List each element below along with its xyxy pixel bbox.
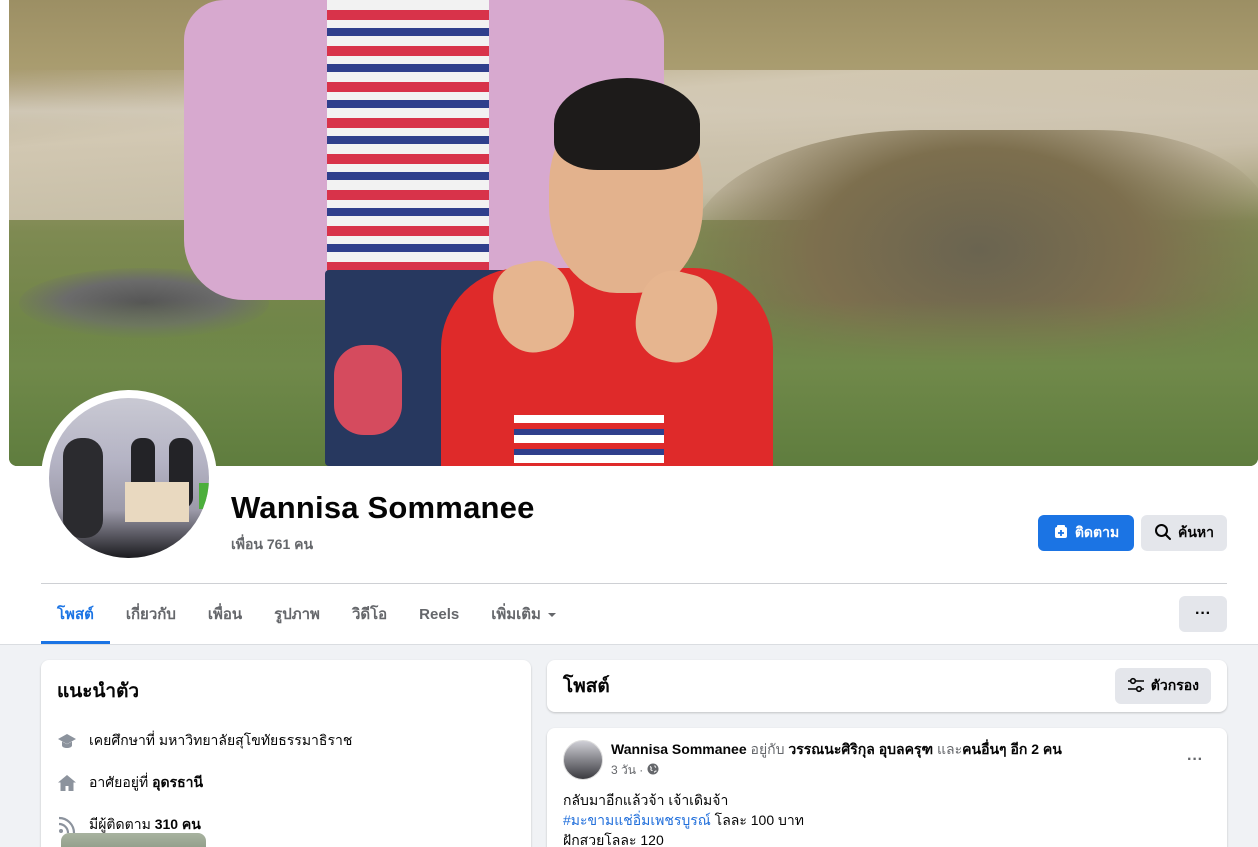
more-options-button[interactable]: ···	[1179, 596, 1227, 632]
posts-title: โพสต์	[563, 676, 610, 697]
post-header: Wannisa Sommanee อยู่กับ วรรณนะศิริกุล อ…	[611, 740, 1062, 758]
intro-card: แนะนำตัว เคยศึกษาที่ มหาวิทยาลัยสุโขทัยธ…	[41, 660, 531, 847]
tab-more[interactable]: เพิ่มเติม	[475, 586, 573, 642]
tab-photos[interactable]: รูปภาพ	[258, 586, 336, 642]
post-line-text: ฝักสวยโลละ 120	[563, 832, 664, 847]
filter-label: ตัวกรอง	[1150, 677, 1199, 693]
post-meta: 3 วัน ·	[611, 761, 659, 780]
intro-featured-photo[interactable]	[61, 833, 206, 847]
profile-avatar[interactable]	[41, 390, 217, 566]
post-author-avatar[interactable]	[563, 740, 603, 780]
follow-label: ติดตาม	[1074, 524, 1120, 540]
tab-label: รูปภาพ	[274, 606, 320, 623]
post-time[interactable]: 3 วัน ·	[611, 761, 643, 780]
search-label: ค้นหา	[1177, 524, 1215, 540]
post-options-button[interactable]: ···	[1177, 742, 1213, 778]
intro-location: อาศัยอยู่ที่ อุดรธานี	[57, 762, 515, 804]
posts-header-card: โพสต์ ตัวกรอง	[547, 660, 1227, 712]
post-and-text: และ	[933, 741, 963, 757]
globe-icon	[647, 763, 659, 778]
header-divider	[41, 583, 1227, 584]
post-with-text: อยู่กับ	[746, 741, 789, 757]
profile-name: Wannisa Sommanee	[231, 490, 535, 525]
more-dots-icon: ···	[1195, 605, 1211, 622]
caret-down-icon	[547, 606, 557, 623]
rss-icon	[57, 815, 77, 835]
tab-label: วิดีโอ	[351, 606, 388, 623]
filter-button[interactable]: ตัวกรอง	[1114, 668, 1211, 704]
post-tagged-others[interactable]: คนอื่นๆ อีก 2 คน	[962, 741, 1062, 757]
intro-education-text: เคยศึกษาที่ มหาวิทยาลัยสุโขทัยธรรมาธิราช	[89, 732, 353, 748]
post-hashtag[interactable]: #มะขามแช่อิ่มเพชรบูรณ์	[563, 812, 711, 828]
post-line: ฝักสวยโลละ 120	[563, 830, 804, 847]
post-line-text: โลละ 100 บาท	[710, 812, 804, 828]
tab-about[interactable]: เกี่ยวกับ	[110, 586, 192, 642]
follow-icon	[1053, 524, 1069, 543]
search-icon	[1154, 523, 1172, 544]
follow-button[interactable]: ติดตาม	[1038, 515, 1134, 551]
post-line-text: กลับมาอีกแล้วจ้า เจ้าเดิมจ้า	[563, 792, 729, 808]
tab-label: โพสต์	[57, 605, 94, 623]
tab-videos[interactable]: วิดีโอ	[336, 586, 403, 642]
post-card: Wannisa Sommanee อยู่กับ วรรณนะศิริกุล อ…	[547, 728, 1227, 847]
post-line: #มะขามแช่อิ่มเพชรบูรณ์ โลละ 100 บาท	[563, 810, 804, 830]
more-dots-icon: ···	[1187, 751, 1203, 768]
intro-followers-link[interactable]: 310 คน	[155, 816, 201, 832]
home-icon	[57, 773, 77, 793]
cover-photo[interactable]	[9, 0, 1258, 466]
intro-location-text: อาศัยอยู่ที่	[89, 774, 153, 790]
intro-location-link[interactable]: อุดรธานี	[152, 774, 203, 790]
tab-posts[interactable]: โพสต์	[41, 586, 110, 644]
tab-friends[interactable]: เพื่อน	[192, 586, 258, 642]
intro-education: เคยศึกษาที่ มหาวิทยาลัยสุโขทัยธรรมาธิราช	[57, 720, 515, 762]
sliders-icon	[1127, 677, 1145, 696]
tab-label: Reels	[419, 605, 460, 623]
profile-tabs: โพสต์ เกี่ยวกับ เพื่อน รูปภาพ วิดีโอ Ree…	[41, 586, 573, 644]
tab-label: เพื่อน	[207, 606, 243, 623]
intro-title: แนะนำตัว	[57, 681, 140, 702]
tab-label: เกี่ยวกับ	[125, 606, 176, 623]
tab-reels[interactable]: Reels	[403, 586, 475, 642]
friend-count[interactable]: เพื่อน 761 คน	[231, 534, 313, 556]
post-author[interactable]: Wannisa Sommanee	[611, 741, 747, 757]
post-text: กลับมาอีกแล้วจ้า เจ้าเดิมจ้า #มะขามแช่อิ…	[563, 790, 804, 847]
post-tagged-person[interactable]: วรรณนะศิริกุล อุบลครุฑ	[788, 741, 933, 757]
intro-followers-text: มีผู้ติดตาม	[89, 816, 155, 832]
post-line: กลับมาอีกแล้วจ้า เจ้าเดิมจ้า	[563, 790, 804, 810]
search-button[interactable]: ค้นหา	[1141, 515, 1227, 551]
graduation-cap-icon	[57, 731, 77, 751]
tab-label: เพิ่มเติม	[491, 606, 541, 623]
